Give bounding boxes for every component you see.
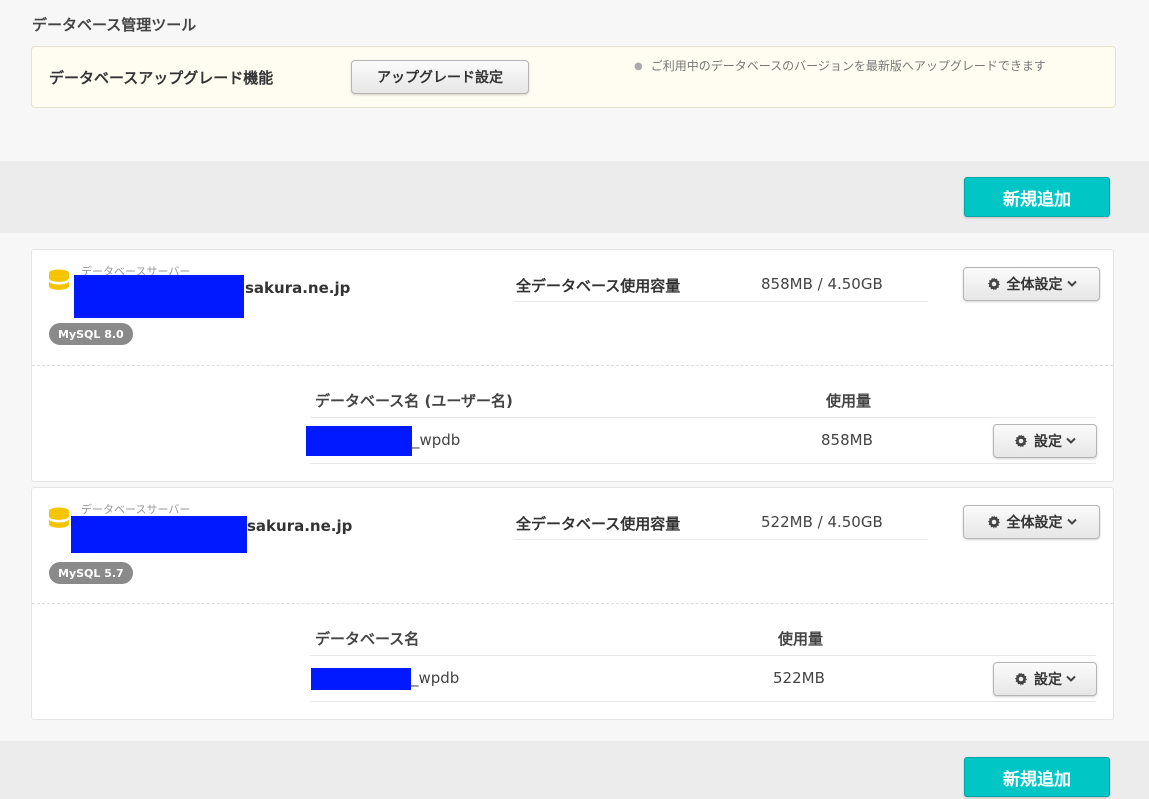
bullet-icon: ● [634,61,643,72]
db-usage-column-header: 使用量 [826,392,872,410]
server-caption: データベースサーバー [81,503,191,516]
table-row: _wpdb 858MB 設定 [32,420,1113,465]
chevron-down-icon [1066,675,1076,682]
upgrade-note-text: ご利用中のデータベースのバージョンを最新版へアップグレードできます [650,59,1046,73]
db-settings-label: 設定 [1034,434,1062,450]
gear-icon [1014,434,1028,448]
total-usage-label: 全データベース使用容量 [516,515,681,533]
database-icon [48,269,70,292]
gear-icon [987,515,1000,529]
db-settings-label: 設定 [1034,672,1062,688]
chevron-down-icon [1066,280,1077,287]
upgrade-settings-button[interactable]: アップグレード設定 [351,60,529,94]
redacted-db-name [311,668,411,690]
redacted-hostname [74,275,244,318]
upgrade-note: ● ご利用中のデータベースのバージョンを最新版へアップグレードできます [634,56,1104,77]
mysql-version-badge: MySQL 8.0 [49,323,133,345]
server-hostname-suffix: sakura.ne.jp [245,279,351,297]
db-server-card: データベースサーバー sakura.ne.jp MySQL 8.0 全データベー… [31,249,1114,482]
upgrade-panel: データベースアップグレード機能 アップグレード設定 ● ご利用中のデータベースのバ… [31,46,1116,108]
redacted-db-name [306,426,412,456]
add-new-button[interactable]: 新規追加 [964,757,1110,797]
server-hostname-suffix: sakura.ne.jp [247,517,353,535]
section-divider [32,365,1113,366]
total-usage-label: 全データベース使用容量 [516,277,681,295]
db-name-suffix: _wpdb [412,431,461,449]
table-header-divider [310,417,1096,418]
add-new-button[interactable]: 新規追加 [964,177,1110,217]
page-title: データベース管理ツール [32,16,197,34]
table-header-divider [310,655,1096,656]
usage-divider [514,301,928,302]
db-name-column-header: データベース名 (ユーザー名) [315,392,513,410]
db-name-column-header: データベース名 [315,630,420,648]
usage-divider [514,539,928,540]
action-bar-bottom: 新規追加 [0,741,1149,799]
server-settings-label: 全体設定 [1006,515,1063,531]
server-settings-button[interactable]: 全体設定 [963,505,1100,539]
chevron-down-icon [1066,437,1076,444]
db-usage-column-header: 使用量 [778,630,824,648]
table-row-divider [310,463,1096,464]
gear-icon [987,277,1000,291]
redacted-hostname [71,516,247,553]
mysql-version-badge: MySQL 5.7 [49,562,133,584]
chevron-down-icon [1066,518,1077,525]
db-usage-value: 522MB [773,669,825,687]
server-settings-label: 全体設定 [1006,277,1063,293]
table-row-divider [310,701,1096,702]
total-usage-value: 522MB / 4.50GB [761,513,883,531]
upgrade-label: データベースアップグレード機能 [49,69,274,87]
action-bar-top: 新規追加 [0,161,1149,233]
database-icon [48,507,70,530]
db-server-card: データベースサーバー sakura.ne.jp MySQL 5.7 全データベー… [31,487,1114,720]
db-settings-button[interactable]: 設定 [993,662,1097,696]
total-usage-value: 858MB / 4.50GB [761,275,883,293]
db-usage-value: 858MB [821,431,873,449]
gear-icon [1014,672,1028,686]
section-divider [32,603,1113,604]
server-settings-button[interactable]: 全体設定 [963,267,1100,301]
db-name-suffix: _wpdb [411,669,460,687]
db-settings-button[interactable]: 設定 [993,424,1097,458]
table-row: _wpdb 522MB 設定 [32,658,1113,703]
